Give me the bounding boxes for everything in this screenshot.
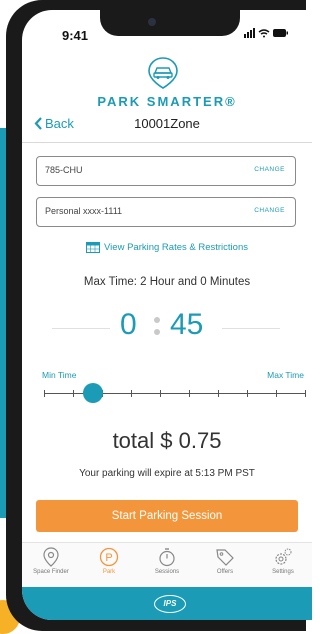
change-payment-button[interactable]: CHANGE bbox=[254, 207, 285, 214]
divider bbox=[22, 142, 312, 143]
slider-thumb[interactable] bbox=[83, 383, 103, 403]
vehicle-field: 785-CHU CHANGE bbox=[36, 156, 296, 186]
payment-method: Personal xxxx-1111 bbox=[45, 206, 123, 216]
min-time-label: Min Time bbox=[42, 370, 77, 380]
max-time-text: Max Time: 2 Hour and 0 Minutes bbox=[83, 276, 251, 288]
status-icons bbox=[244, 28, 288, 41]
stopwatch-icon bbox=[159, 548, 175, 567]
brand-name: PARK SMARTER® bbox=[97, 94, 237, 109]
brand-logo: PARK SMARTER® bbox=[22, 50, 312, 110]
vehicle-plate: 785-CHU bbox=[45, 165, 83, 175]
minutes-value: 45 bbox=[170, 308, 204, 341]
tab-sessions[interactable]: Sessions bbox=[138, 547, 196, 575]
payment-field: Personal xxxx-1111 CHANGE bbox=[36, 197, 296, 227]
slider-labels: Min Time Max Time bbox=[42, 370, 304, 380]
tab-settings[interactable]: Settings bbox=[254, 547, 312, 575]
rates-link[interactable]: View Parking Rates & Restrictions bbox=[22, 242, 312, 253]
total-amount: total $ 0.75 bbox=[112, 428, 222, 453]
expiration-text: Your parking will expire at 5:13 PM PST bbox=[79, 468, 255, 479]
app-screen: 9:41 PARK SMARTER® Back 10001Zone 785-CH… bbox=[22, 10, 312, 620]
time-separator bbox=[153, 314, 161, 338]
rates-link-label: View Parking Rates & Restrictions bbox=[104, 242, 248, 253]
tab-label: Park bbox=[102, 569, 116, 575]
slider-tick bbox=[73, 390, 74, 397]
hours-value: 0 bbox=[120, 308, 137, 341]
tag-icon bbox=[216, 549, 234, 566]
timer-line-left bbox=[52, 328, 110, 329]
tab-offers[interactable]: Offers bbox=[196, 547, 254, 575]
parking-icon: P bbox=[99, 547, 119, 567]
car-location-icon bbox=[148, 57, 178, 89]
signal-wifi-battery-icon bbox=[244, 28, 288, 38]
start-session-button[interactable]: Start Parking Session bbox=[36, 500, 298, 532]
slider-tick bbox=[44, 390, 45, 397]
ips-logo: IPS bbox=[154, 595, 186, 613]
tab-label: Offers bbox=[216, 569, 234, 575]
duration-display: 0 45 bbox=[22, 308, 312, 348]
tab-park[interactable]: P Park bbox=[80, 547, 138, 575]
slider-tick bbox=[305, 390, 306, 397]
nav-bar: Back 10001Zone bbox=[22, 110, 312, 140]
slider-tick bbox=[247, 390, 248, 397]
notch bbox=[100, 10, 240, 36]
phone-frame: 9:41 PARK SMARTER® Back 10001Zone 785-CH… bbox=[6, 0, 312, 631]
slider-tick bbox=[131, 390, 132, 397]
slider-tick bbox=[218, 390, 219, 397]
max-time-label: Max Time bbox=[267, 370, 304, 380]
slider-tick bbox=[189, 390, 190, 397]
timer-line-right bbox=[222, 328, 280, 329]
tab-bar: Space Finder P Park Sessions Offers Sett… bbox=[22, 542, 312, 587]
map-pin-icon bbox=[43, 547, 59, 567]
footer-bar: IPS bbox=[22, 587, 312, 620]
page-title: 10001Zone bbox=[134, 116, 200, 131]
tab-label: Space Finder bbox=[33, 569, 69, 575]
status-time: 9:41 bbox=[62, 28, 89, 43]
svg-text:P: P bbox=[105, 552, 112, 564]
tab-label: Settings bbox=[272, 569, 294, 575]
gear-icon bbox=[275, 548, 292, 565]
calendar-icon bbox=[86, 242, 101, 253]
slider-tick bbox=[276, 390, 277, 397]
tab-space-finder[interactable]: Space Finder bbox=[22, 547, 80, 575]
tab-label: Sessions bbox=[154, 569, 180, 575]
slider-tick bbox=[160, 390, 161, 397]
change-vehicle-button[interactable]: CHANGE bbox=[254, 166, 285, 173]
camera-dot bbox=[148, 18, 156, 26]
